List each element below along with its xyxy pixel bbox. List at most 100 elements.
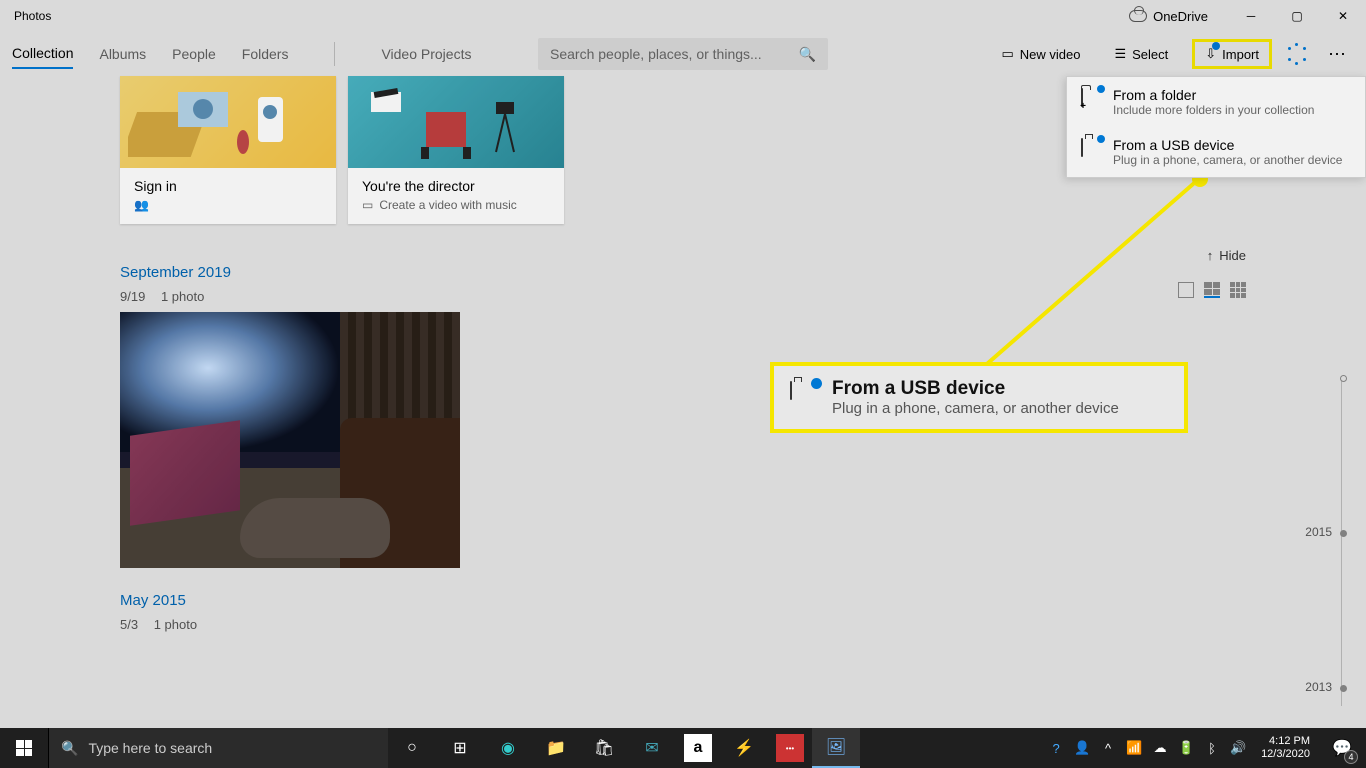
usb-icon xyxy=(790,381,792,400)
import-from-usb[interactable]: From a USB device Plug in a phone, camer… xyxy=(1067,127,1365,177)
folder-add-icon xyxy=(1081,88,1083,107)
count-label: 1 photo xyxy=(154,617,197,632)
photos-app-icon[interactable]: 🖼 xyxy=(812,728,860,768)
tab-people[interactable]: People xyxy=(172,40,216,68)
import-folder-subtitle: Include more folders in your collection xyxy=(1113,103,1314,117)
bluetooth-icon[interactable]: ᛒ xyxy=(1201,728,1223,768)
onedrive-label: OneDrive xyxy=(1153,9,1208,24)
callout-subtitle: Plug in a phone, camera, or another devi… xyxy=(832,400,1119,417)
sync-icon xyxy=(1286,43,1308,65)
timeline-scrubber[interactable]: 2015 2013 xyxy=(1310,375,1350,714)
card-illustration xyxy=(348,76,564,168)
tray-expand-icon[interactable]: ^ xyxy=(1097,728,1119,768)
clock[interactable]: 4:12 PM 12/3/2020 xyxy=(1253,735,1318,761)
hide-button[interactable]: ↑ Hide xyxy=(1207,248,1246,263)
count-label: 1 photo xyxy=(161,289,204,304)
taskbar-search-placeholder: Type here to search xyxy=(88,740,212,756)
import-label: Import xyxy=(1222,47,1259,62)
view-small[interactable] xyxy=(1230,282,1246,298)
people-icon[interactable]: 👤 xyxy=(1071,728,1093,768)
onedrive-tray-icon[interactable]: ☁ xyxy=(1149,728,1171,768)
card-subtitle: Create a video with music xyxy=(379,198,516,212)
new-video-button[interactable]: ▭ New video xyxy=(991,40,1090,68)
usb-icon xyxy=(1081,138,1083,157)
taskbar-search[interactable]: 🔍 Type here to search xyxy=(48,728,388,768)
cortana-icon[interactable]: ○ xyxy=(388,728,436,768)
film-icon: ▭ xyxy=(362,198,373,212)
card-title: You're the director xyxy=(362,178,550,194)
photo-thumbnail[interactable] xyxy=(120,312,460,568)
maximize-button[interactable]: ▢ xyxy=(1274,0,1320,32)
tab-albums[interactable]: Albums xyxy=(99,40,146,68)
hide-label: Hide xyxy=(1219,248,1246,263)
search-input[interactable]: Search people, places, or things... 🔍 xyxy=(538,38,828,70)
taskbar: 🔍 Type here to search ○ ⊞ ◉ 📁 🛍 ✉ a ⚡ •••… xyxy=(0,728,1366,768)
view-single[interactable] xyxy=(1178,282,1194,298)
mail-icon[interactable]: ✉ xyxy=(628,728,676,768)
view-size-toggle xyxy=(1178,282,1246,298)
explorer-icon[interactable]: 📁 xyxy=(532,728,580,768)
select-icon: ☰ xyxy=(1114,46,1126,62)
start-button[interactable] xyxy=(0,728,48,768)
date-label: 12/3/2020 xyxy=(1261,748,1310,761)
arrow-up-icon: ↑ xyxy=(1207,248,1214,263)
time-label: 4:12 PM xyxy=(1261,735,1310,748)
amazon-icon[interactable]: a xyxy=(684,734,712,762)
select-label: Select xyxy=(1132,47,1168,62)
windows-icon xyxy=(16,740,32,756)
tab-video-projects[interactable]: Video Projects xyxy=(381,40,471,68)
divider xyxy=(334,42,335,66)
import-folder-title: From a folder xyxy=(1113,87,1314,103)
wifi-icon[interactable]: 📶 xyxy=(1123,728,1145,768)
import-usb-subtitle: Plug in a phone, camera, or another devi… xyxy=(1113,153,1342,167)
card-sign-in[interactable]: Sign in 👥 xyxy=(120,76,336,224)
card-illustration xyxy=(120,76,336,168)
date-row: 5/3 1 photo xyxy=(120,617,1366,632)
battery-icon[interactable]: 🔋 xyxy=(1175,728,1197,768)
timeline-mark[interactable] xyxy=(1340,685,1347,692)
timeline-year: 2013 xyxy=(1305,680,1332,694)
volume-icon[interactable]: 🔊 xyxy=(1227,728,1249,768)
action-center[interactable]: 💬4 xyxy=(1322,728,1362,768)
notification-badge: 4 xyxy=(1344,750,1358,764)
search-placeholder: Search people, places, or things... xyxy=(550,46,762,62)
title-bar: Photos OneDrive ─ ▢ ✕ xyxy=(0,0,1366,32)
import-from-folder[interactable]: From a folder Include more folders in yo… xyxy=(1067,77,1365,127)
callout-title: From a USB device xyxy=(832,378,1119,400)
date-label: 5/3 xyxy=(120,617,138,632)
select-button[interactable]: ☰ Select xyxy=(1104,40,1178,68)
new-video-label: New video xyxy=(1020,47,1081,62)
card-director[interactable]: You're the director ▭ Create a video with… xyxy=(348,76,564,224)
minimize-button[interactable]: ─ xyxy=(1228,0,1274,32)
close-button[interactable]: ✕ xyxy=(1320,0,1366,32)
timeline-mark[interactable] xyxy=(1340,375,1347,382)
card-title: Sign in xyxy=(134,178,322,194)
cloud-icon xyxy=(1129,10,1147,22)
tab-collection[interactable]: Collection xyxy=(12,39,73,69)
import-usb-title: From a USB device xyxy=(1113,137,1342,153)
tab-folders[interactable]: Folders xyxy=(242,40,289,68)
view-controls: ↑ Hide xyxy=(1207,248,1246,263)
task-view-icon[interactable]: ⊞ xyxy=(436,728,484,768)
store-icon[interactable]: 🛍 xyxy=(580,728,628,768)
timeline-year: 2015 xyxy=(1305,525,1332,539)
annotation-callout: From a USB device Plug in a phone, camer… xyxy=(770,362,1188,433)
search-icon: 🔍 xyxy=(61,740,78,757)
app-icon-2[interactable]: ••• xyxy=(776,734,804,762)
import-button[interactable]: ⇩ Import xyxy=(1192,39,1272,69)
app-title: Photos xyxy=(14,9,51,23)
app-icon[interactable]: ⚡ xyxy=(720,728,768,768)
month-heading-may-2015[interactable]: May 2015 xyxy=(120,592,1366,609)
month-heading-sep-2019[interactable]: September 2019 xyxy=(120,264,1366,281)
view-medium[interactable] xyxy=(1204,282,1220,298)
import-dropdown: From a folder Include more folders in yo… xyxy=(1066,76,1366,178)
onedrive-button[interactable]: OneDrive xyxy=(1129,9,1208,24)
help-icon[interactable]: ? xyxy=(1045,728,1067,768)
timeline-mark[interactable] xyxy=(1340,530,1347,537)
top-nav: Collection Albums People Folders Video P… xyxy=(0,32,1366,76)
search-icon: 🔍 xyxy=(799,46,816,63)
date-label: 9/19 xyxy=(120,289,145,304)
person-icon: 👥 xyxy=(134,198,149,212)
more-button[interactable]: ⋯ xyxy=(1322,44,1354,65)
edge-icon[interactable]: ◉ xyxy=(484,728,532,768)
